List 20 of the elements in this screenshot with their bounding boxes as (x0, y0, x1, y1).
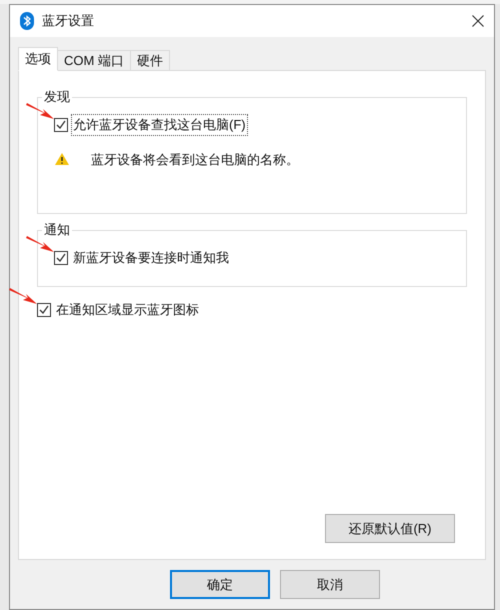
warning-icon (55, 153, 69, 166)
close-icon[interactable] (472, 15, 484, 27)
checkbox-label: 新蓝牙设备要连接时通知我 (72, 249, 230, 267)
warning-text: 蓝牙设备将会看到这台电脑的名称。 (91, 150, 299, 168)
checkmark-icon (56, 120, 66, 130)
window-title: 蓝牙设置 (42, 12, 94, 30)
dialog-button[interactable]: 取消 (280, 570, 380, 599)
dialog-button[interactable]: 确定 (170, 570, 270, 599)
tab[interactable]: 选项 (18, 47, 58, 71)
restore-defaults-button[interactable]: 还原默认值(R) (325, 514, 455, 543)
checkbox[interactable] (54, 250, 68, 265)
checkbox[interactable] (37, 302, 51, 317)
checkmark-icon (56, 252, 66, 263)
checkbox-label: 允许蓝牙设备查找这台电脑(F) (71, 114, 248, 136)
tab[interactable]: 硬件 (130, 50, 170, 71)
checkbox-label: 在通知区域显示蓝牙图标 (55, 301, 200, 319)
bluetooth-icon (20, 12, 34, 30)
group-title: 通知 (42, 221, 72, 239)
checkmark-icon (39, 304, 49, 315)
checkbox[interactable] (54, 118, 68, 132)
